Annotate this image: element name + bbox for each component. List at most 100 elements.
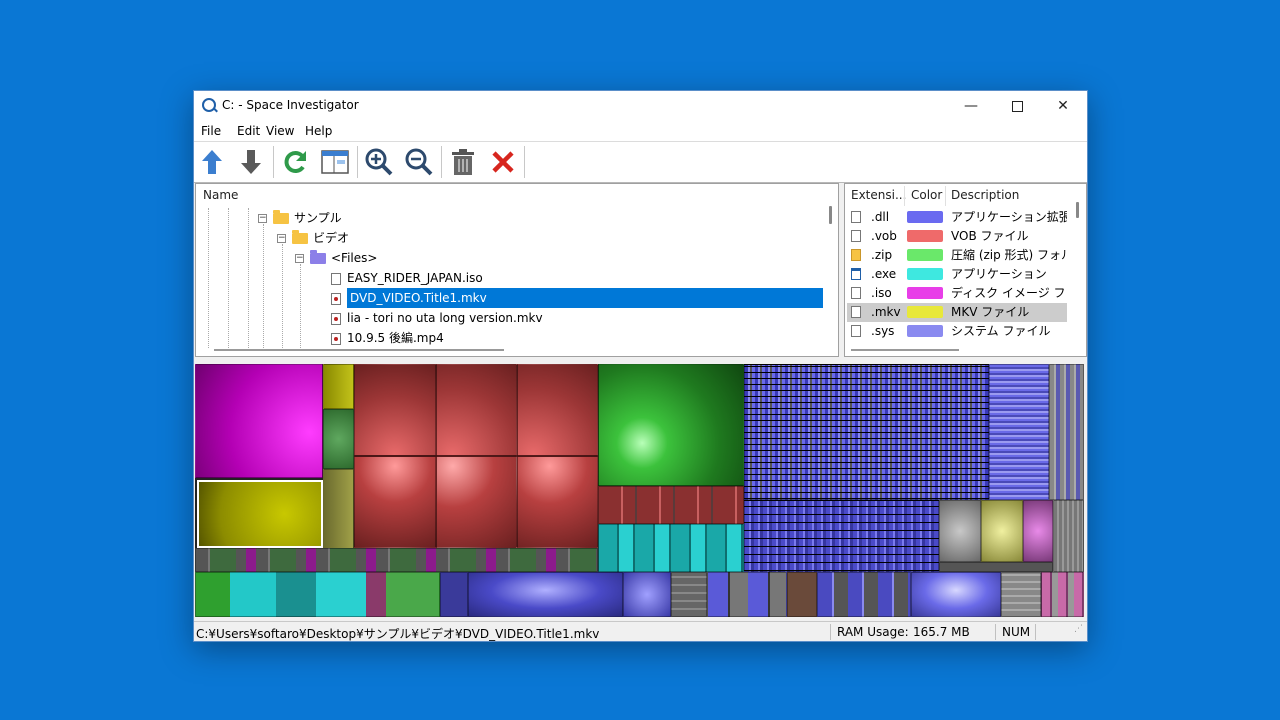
tree-node-label: lia - tori no uta long version.mkv (347, 311, 543, 325)
tree-horizontal-scrollbar[interactable] (214, 349, 504, 351)
resize-grip-icon[interactable]: ⋰ (1074, 624, 1083, 634)
delete-button[interactable] (486, 145, 520, 179)
extension-legend-pane[interactable]: Extensi... Color Description .dll アプリケーシ… (844, 183, 1087, 357)
down-button[interactable] (234, 145, 268, 179)
menu-file[interactable]: File (201, 124, 221, 138)
treemap-block[interactable] (981, 500, 1023, 562)
treemap-block[interactable] (1041, 572, 1084, 617)
layout-icon (321, 150, 349, 174)
zoom-in-button[interactable] (362, 145, 396, 179)
extension-row[interactable]: .exe アプリケーション (847, 265, 1067, 284)
extension-description: ディスク イメージ ファイル (951, 286, 1067, 300)
treemap-block-vob[interactable] (517, 364, 598, 456)
color-swatch (907, 249, 943, 261)
menu-view[interactable]: View (266, 124, 294, 138)
tree-guide (248, 208, 250, 348)
collapse-icon[interactable]: − (258, 214, 267, 223)
treemap-block-iso[interactable] (195, 364, 323, 478)
treemap-block[interactable] (787, 572, 817, 617)
tree-node-file[interactable]: lia - tori no uta long version.mkv (331, 308, 543, 328)
treemap-block[interactable] (623, 572, 671, 617)
maximize-button[interactable] (994, 91, 1040, 121)
treemap-block-dll[interactable] (989, 364, 1049, 500)
treemap-block-cluster[interactable] (707, 572, 787, 617)
toolbar (194, 142, 1087, 183)
treemap-block-cluster[interactable] (598, 486, 744, 524)
treemap-block-vob[interactable] (354, 456, 436, 548)
treemap-block[interactable] (440, 572, 468, 617)
file-icon (851, 211, 861, 223)
treemap-block-dll[interactable] (911, 572, 1001, 617)
treemap-view[interactable] (195, 364, 1084, 617)
tree-node-files[interactable]: − <Files> (295, 248, 377, 268)
extension-row[interactable]: .vob VOB ファイル (847, 227, 1067, 246)
folder-icon (292, 230, 308, 244)
treemap-block-dll[interactable] (468, 572, 623, 617)
column-header-color[interactable]: Color (911, 184, 942, 206)
extension-description: アプリケーション (951, 267, 1047, 281)
zoom-out-icon (405, 148, 433, 176)
tree-vertical-scrollbar[interactable] (829, 206, 832, 224)
extension-row-selected[interactable]: .mkv MKV ファイル (847, 303, 1067, 322)
column-header-extension[interactable]: Extensi... (851, 184, 906, 206)
up-button[interactable] (195, 145, 229, 179)
refresh-button[interactable] (278, 145, 312, 179)
tree-node-label: EASY_RIDER_JAPAN.iso (347, 271, 483, 285)
treemap-block[interactable] (671, 572, 707, 617)
extension-horizontal-scrollbar[interactable] (851, 349, 959, 351)
folder-tree-pane[interactable]: Name − サンプル − ビデオ − <Files> EASY_RIDER_JAPA… (195, 183, 839, 357)
treemap-block-cluster[interactable] (195, 572, 440, 617)
tree-guide (208, 208, 210, 348)
extension-row[interactable]: .iso ディスク イメージ ファイル (847, 284, 1067, 303)
menu-edit[interactable]: Edit (237, 124, 260, 138)
folder-icon (273, 210, 289, 224)
treemap-block[interactable] (939, 562, 1053, 572)
treemap-block-vob[interactable] (354, 364, 436, 456)
treemap-block[interactable] (1053, 500, 1084, 572)
treemap-block-exe[interactable] (598, 524, 744, 572)
treemap-block-vob[interactable] (517, 456, 598, 548)
extension-row[interactable]: .dll アプリケーション拡張 (847, 208, 1067, 227)
treemap-block[interactable] (939, 500, 981, 562)
tree-node-file[interactable]: 10.9.5 後編.mp4 (331, 328, 444, 348)
treemap-block-dll[interactable] (744, 364, 989, 500)
tree-node-file-selected[interactable]: DVD_VIDEO.Title1.mkv (331, 288, 823, 308)
menu-help[interactable]: Help (305, 124, 332, 138)
collapse-icon[interactable]: − (277, 234, 286, 243)
tree-guide (228, 208, 230, 348)
treemap-block[interactable] (323, 364, 354, 409)
column-header-name[interactable]: Name (203, 184, 238, 206)
trash-button[interactable] (446, 145, 480, 179)
treemap-block-dll[interactable] (744, 500, 939, 572)
arrow-down-icon (241, 150, 261, 174)
treemap-block[interactable] (1023, 500, 1053, 562)
column-separator (904, 186, 905, 206)
treemap-block-vob[interactable] (436, 364, 517, 456)
collapse-icon[interactable]: − (295, 254, 304, 263)
minimize-button[interactable]: — (948, 91, 994, 121)
tree-node-sample[interactable]: − サンプル (258, 208, 342, 228)
treemap-block-cluster[interactable] (195, 548, 598, 572)
tree-node-video[interactable]: − ビデオ (277, 228, 349, 248)
close-button[interactable]: ✕ (1040, 91, 1086, 121)
treemap-block-cluster[interactable] (817, 572, 911, 617)
extension-row[interactable]: .sys システム ファイル (847, 322, 1067, 341)
tree-guide (300, 264, 302, 348)
treemap-block-zip[interactable] (598, 364, 744, 486)
zoom-out-button[interactable] (402, 145, 436, 179)
treemap-block[interactable] (1001, 572, 1041, 617)
treemap-block[interactable] (323, 469, 354, 549)
color-swatch (907, 287, 943, 299)
extension-vertical-scrollbar[interactable] (1076, 202, 1079, 218)
treemap-block-cluster[interactable] (1049, 364, 1084, 500)
tree-guide (263, 224, 265, 348)
treemap-block-vob[interactable] (436, 456, 517, 548)
extension-name: .mkv (871, 305, 901, 319)
layout-button[interactable] (318, 145, 352, 179)
column-header-description[interactable]: Description (951, 184, 1019, 206)
tree-node-file[interactable]: EASY_RIDER_JAPAN.iso (331, 268, 483, 288)
window-title: C: - Space Investigator (222, 98, 359, 112)
treemap-block[interactable] (323, 409, 354, 469)
treemap-block-selected[interactable] (197, 480, 323, 548)
extension-row[interactable]: .zip 圧縮 (zip 形式) フォルダー (847, 246, 1067, 265)
